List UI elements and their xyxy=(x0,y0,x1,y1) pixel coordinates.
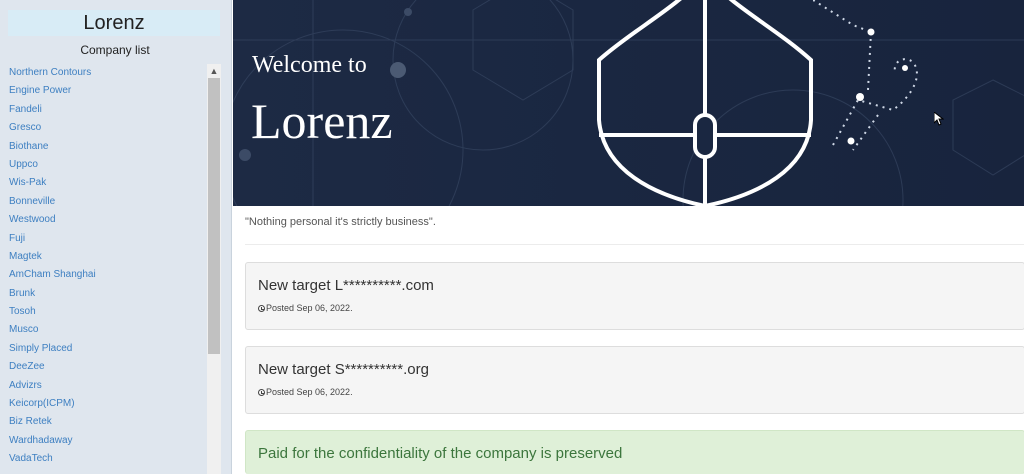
sidebar: Lorenz Company list Northern Contours Eng… xyxy=(0,0,232,474)
key-icon xyxy=(813,0,918,151)
clock-icon xyxy=(258,305,265,312)
company-link[interactable]: Biothane xyxy=(0,138,207,156)
company-link[interactable]: Uppco xyxy=(0,156,207,174)
post-date: Posted Sep 06, 2022. xyxy=(266,387,353,397)
post-title[interactable]: New target S**********.org xyxy=(258,361,429,378)
post-card[interactable]: New target L**********.com Posted Sep 06… xyxy=(245,262,1024,330)
company-link[interactable]: Gresco xyxy=(0,119,207,137)
post-meta: Posted Sep 06, 2022. xyxy=(258,303,353,313)
tagline: "Nothing personal it's strictly business… xyxy=(245,216,436,228)
shield-icon xyxy=(597,0,813,206)
divider xyxy=(245,244,1024,245)
post-date: Posted Sep 06, 2022. xyxy=(266,303,353,313)
post-meta: Posted Sep 06, 2022. xyxy=(258,387,353,397)
company-link[interactable]: Northern Contours xyxy=(0,64,207,82)
company-link[interactable]: Westwood xyxy=(0,211,207,229)
company-list: Northern Contours Engine Power Fandeli Gres… xyxy=(0,64,207,474)
company-link[interactable]: Biz Retek xyxy=(0,413,207,431)
company-list-heading: Company list xyxy=(80,43,150,57)
company-link[interactable]: DeeZee xyxy=(0,358,207,376)
chevron-up-icon[interactable]: ▲ xyxy=(207,64,221,78)
company-link[interactable]: Magtek xyxy=(0,248,207,266)
company-link[interactable]: Wis-Pak xyxy=(0,174,207,192)
company-link[interactable]: Musco xyxy=(0,321,207,339)
clock-icon xyxy=(258,389,265,396)
company-link[interactable]: Tosoh xyxy=(0,303,207,321)
post-card[interactable]: New target S**********.org Posted Sep 06… xyxy=(245,346,1024,414)
company-link[interactable]: Advizrs xyxy=(0,377,207,395)
company-link[interactable]: Wardhadaway xyxy=(0,432,207,450)
company-link[interactable]: Brunk xyxy=(0,285,207,303)
company-link[interactable]: Engine Power xyxy=(0,82,207,100)
post-card-success[interactable]: Paid for the confidentiality of the comp… xyxy=(245,430,1024,474)
cursor-icon xyxy=(934,112,944,126)
hero-pre-title: Welcome to xyxy=(252,52,367,78)
scrollbar-thumb[interactable] xyxy=(208,78,220,354)
company-link[interactable]: Fandeli xyxy=(0,101,207,119)
post-title[interactable]: New target L**********.com xyxy=(258,277,434,294)
company-link[interactable]: VadaTech xyxy=(0,450,207,468)
hero-title: Lorenz xyxy=(251,93,393,149)
hero-banner: Welcome to Lorenz xyxy=(233,0,1024,206)
company-link[interactable]: Bonneville xyxy=(0,193,207,211)
company-link[interactable]: Keicorp(ICPM) xyxy=(0,395,207,413)
company-link[interactable]: Simply Placed xyxy=(0,340,207,358)
brand-title: Lorenz xyxy=(8,10,220,36)
company-link[interactable]: AmCham Shanghai xyxy=(0,266,207,284)
sidebar-scrollbar[interactable]: ▲ xyxy=(207,64,221,474)
company-link[interactable]: Fuji xyxy=(0,230,207,248)
post-title[interactable]: Paid for the confidentiality of the comp… xyxy=(258,445,622,462)
